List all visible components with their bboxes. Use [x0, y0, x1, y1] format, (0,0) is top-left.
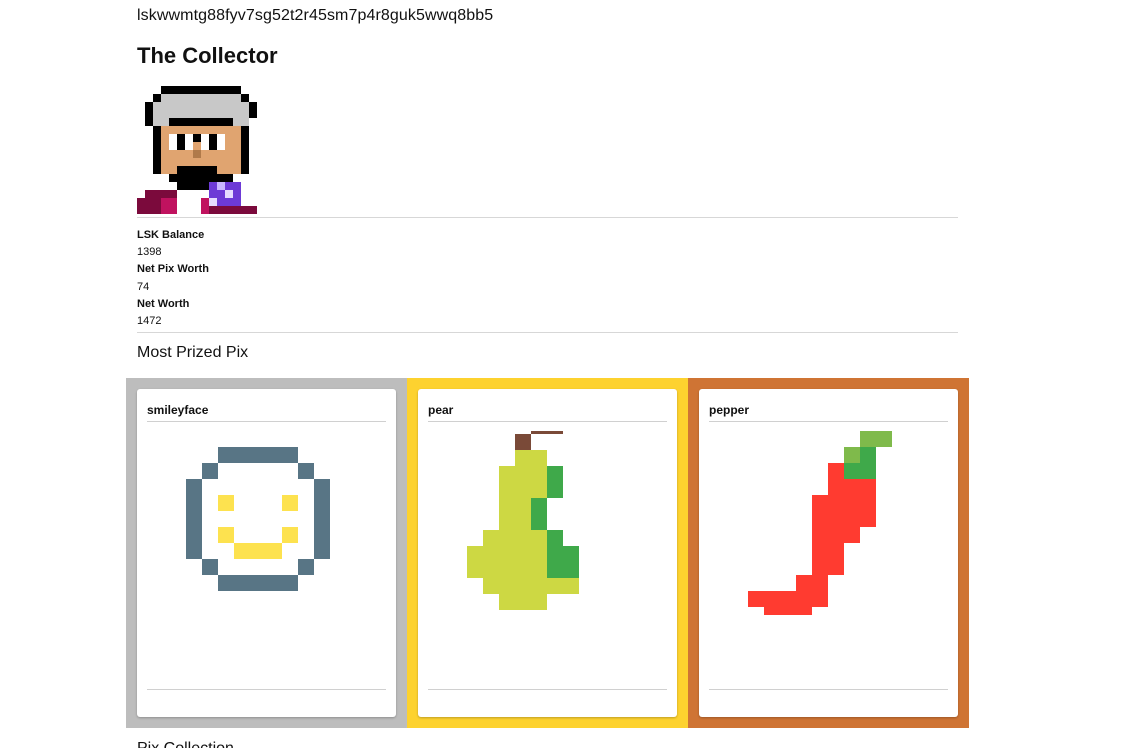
pix-card-name: pear: [428, 403, 454, 417]
divider: [428, 689, 667, 690]
stat-value-lsk-balance: 1398: [137, 246, 162, 258]
stat-label-lsk-balance: LSK Balance: [137, 229, 205, 241]
pear-pixel-art: [467, 431, 579, 611]
pepper-pixel-art: [748, 431, 892, 615]
pix-card-name: pepper: [709, 403, 750, 417]
tier-frame-silver: smileyface: [126, 378, 407, 728]
section-title-prized: Most Prized Pix: [137, 344, 249, 361]
divider: [137, 217, 958, 218]
avatar: [137, 86, 257, 214]
tier-frame-bronze: pepper: [688, 378, 969, 728]
divider: [147, 689, 386, 690]
stat-value-net-pix-worth: 74: [137, 281, 150, 293]
section-title-collection: Pix Collection: [137, 740, 234, 748]
pix-card-pear[interactable]: pear: [418, 389, 677, 717]
divider: [147, 421, 386, 422]
tier-frame-gold: pear: [407, 378, 688, 728]
profile-page: lskwwmtg88fyv7sg52t2r45sm7p4r8guk5wwq8bb…: [0, 0, 1128, 748]
divider: [709, 421, 948, 422]
divider: [709, 689, 948, 690]
pix-card-name: smileyface: [147, 403, 209, 417]
smileyface-pixel-art: [186, 447, 330, 591]
stat-label-net-worth: Net Worth: [137, 298, 190, 310]
stat-label-net-pix-worth: Net Pix Worth: [137, 263, 209, 275]
pix-card-pepper[interactable]: pepper: [699, 389, 958, 717]
divider: [137, 332, 958, 333]
page-title: The Collector: [137, 43, 278, 68]
pix-card-smileyface[interactable]: smileyface: [137, 389, 396, 717]
stat-value-net-worth: 1472: [137, 315, 162, 327]
divider: [428, 421, 667, 422]
wallet-address: lskwwmtg88fyv7sg52t2r45sm7p4r8guk5wwq8bb…: [137, 7, 494, 24]
